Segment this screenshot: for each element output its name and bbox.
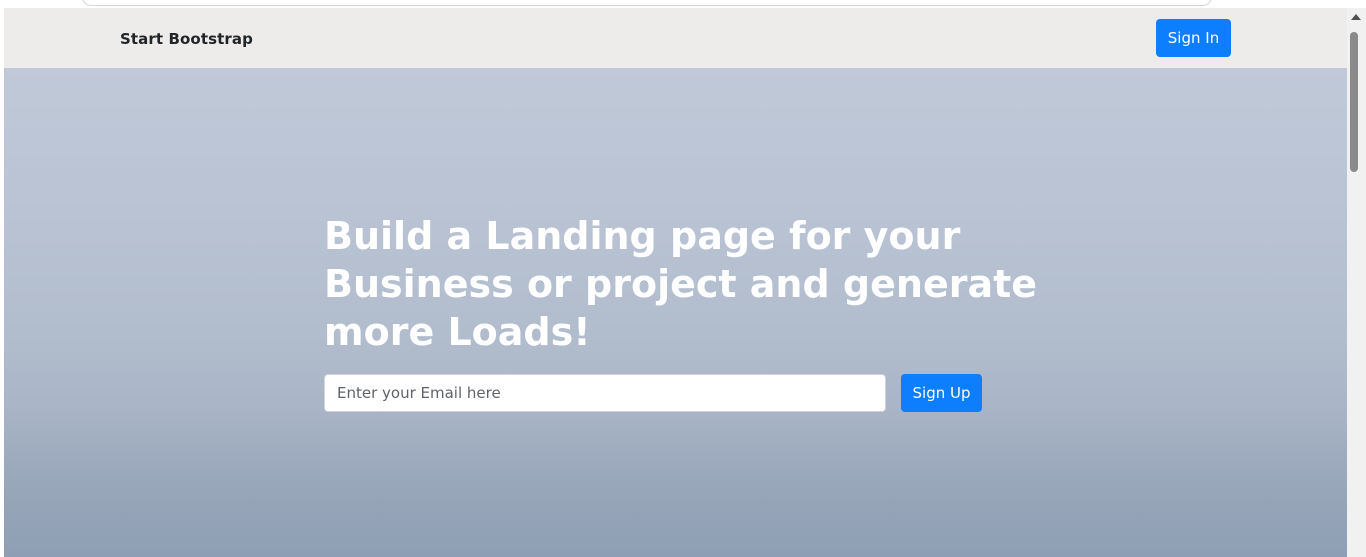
address-bar-edge — [82, 0, 1212, 6]
navbar: Start Bootstrap Sign In — [4, 8, 1347, 68]
vertical-scrollbar[interactable] — [1347, 8, 1366, 557]
browser-top-strip — [0, 0, 1366, 8]
page-viewport: Start Bootstrap Sign In Build a Landing … — [4, 8, 1347, 557]
sign-in-button[interactable]: Sign In — [1156, 19, 1231, 57]
email-input[interactable] — [324, 374, 886, 412]
scroll-up-arrow-icon[interactable] — [1351, 14, 1361, 20]
brand-link[interactable]: Start Bootstrap — [120, 30, 253, 48]
sign-up-button[interactable]: Sign Up — [901, 374, 982, 412]
hero-headline: Build a Landing page for your Business o… — [324, 214, 1038, 354]
hero-section: Build a Landing page for your Business o… — [4, 68, 1347, 557]
hero-background-sea — [4, 407, 1347, 557]
scrollbar-thumb[interactable] — [1350, 32, 1358, 172]
